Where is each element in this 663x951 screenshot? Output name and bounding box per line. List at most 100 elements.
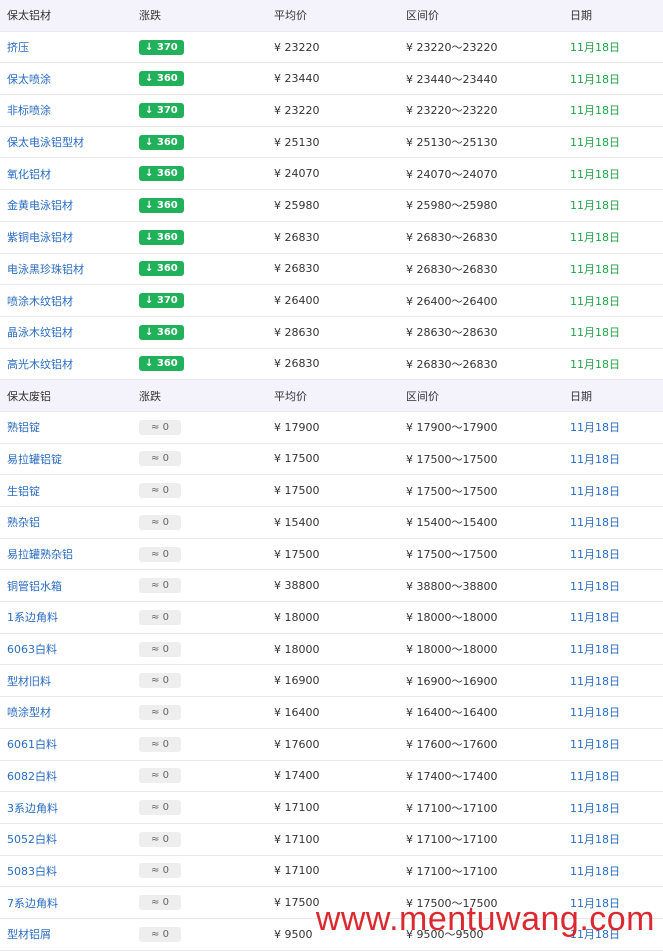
table-row: 晶泳木纹铝材 ↓ 360 ¥ 28630 ¥ 28630～28630 11月18日	[0, 317, 663, 349]
product-name-link[interactable]: 6061白料	[7, 729, 57, 760]
average-price: ¥ 16900	[274, 674, 320, 688]
product-name-link[interactable]: 6063白料	[7, 634, 57, 665]
date-cell: 11月18日	[570, 72, 620, 86]
average-price: ¥ 23220	[274, 103, 320, 117]
date-cell: 11月18日	[570, 674, 620, 688]
table-row: 金黄电泳铝材 ↓ 360 ¥ 25980 ¥ 25980～25980 11月18日	[0, 190, 663, 222]
average-price: ¥ 26830	[274, 262, 320, 276]
price-range: ¥ 15400～15400	[406, 516, 498, 530]
product-name-link[interactable]: 生铝锭	[7, 475, 40, 506]
date-cell: 11月18日	[570, 833, 620, 847]
product-name-link[interactable]: 非标喷涂	[7, 95, 51, 126]
product-name-link[interactable]: 喷涂型材	[7, 697, 51, 728]
change-badge: ↓ 360	[139, 261, 184, 277]
table-row: 型材旧料 ≈ 0 ¥ 16900 ¥ 16900～16900 11月18日	[0, 665, 663, 698]
change-badge: ≈ 0	[139, 673, 181, 689]
table-row: 紫铜电泳铝材 ↓ 360 ¥ 26830 ¥ 26830～26830 11月18日	[0, 222, 663, 254]
price-range: ¥ 17500～17500	[406, 548, 498, 562]
average-price: ¥ 28630	[274, 325, 320, 339]
product-name-link[interactable]: 型材铝屑	[7, 919, 51, 950]
change-badge: ↓ 370	[139, 102, 184, 118]
product-name-link[interactable]: 型材旧料	[7, 665, 51, 696]
table-row: 熟铝锭 ≈ 0 ¥ 17900 ¥ 17900～17900 11月18日	[0, 412, 663, 444]
date-cell: 11月18日	[570, 643, 620, 657]
date-cell: 11月18日	[570, 199, 620, 213]
date-cell: 11月18日	[570, 516, 620, 530]
price-range: ¥ 17100～17100	[406, 833, 498, 847]
date-cell: 11月18日	[570, 801, 620, 815]
change-badge: ↓ 370	[139, 39, 184, 55]
average-price: ¥ 17500	[274, 896, 320, 910]
product-name-link[interactable]: 熟铝锭	[7, 412, 40, 443]
product-name-link[interactable]: 保太电泳铝型材	[7, 127, 84, 158]
product-name-link[interactable]: 挤压	[7, 32, 29, 63]
product-name-link[interactable]: 3系边角料	[7, 792, 58, 823]
price-range: ¥ 17900～17900	[406, 421, 498, 435]
change-cell: ↓ 370	[139, 32, 184, 63]
price-range: ¥ 23220～23220	[406, 104, 498, 118]
change-badge: ≈ 0	[139, 578, 181, 594]
change-badge: ≈ 0	[139, 514, 181, 530]
date-cell: 11月18日	[570, 262, 620, 276]
table-row: 1系边角料 ≈ 0 ¥ 18000 ¥ 18000～18000 11月18日	[0, 602, 663, 634]
average-price: ¥ 17500	[274, 547, 320, 561]
table-row: 生铝锭 ≈ 0 ¥ 17500 ¥ 17500～17500 11月18日	[0, 475, 663, 507]
change-badge: ≈ 0	[139, 831, 181, 847]
table-row: 6082白料 ≈ 0 ¥ 17400 ¥ 17400～17400 11月18日	[0, 761, 663, 793]
change-cell: ≈ 0	[139, 665, 181, 696]
column-header: 区间价	[406, 9, 439, 23]
price-range: ¥ 26830～26830	[406, 357, 498, 371]
average-price: ¥ 24070	[274, 167, 320, 181]
product-name-link[interactable]: 铜管铝水箱	[7, 570, 62, 601]
change-cell: ≈ 0	[139, 729, 181, 760]
change-cell: ≈ 0	[139, 824, 181, 855]
average-price: ¥ 26830	[274, 230, 320, 244]
change-cell: ≈ 0	[139, 634, 181, 665]
table-row: 6063白料 ≈ 0 ¥ 18000 ¥ 18000～18000 11月18日	[0, 634, 663, 666]
change-badge: ≈ 0	[139, 419, 181, 435]
product-name-link[interactable]: 熟杂铝	[7, 507, 40, 538]
change-badge: ≈ 0	[139, 546, 181, 562]
date-cell: 11月18日	[570, 294, 620, 308]
product-name-link[interactable]: 保太喷涂	[7, 63, 51, 94]
date-cell: 11月18日	[570, 136, 620, 150]
price-range: ¥ 18000～18000	[406, 643, 498, 657]
product-name-link[interactable]: 氧化铝材	[7, 158, 51, 189]
average-price: ¥ 9500	[274, 927, 313, 941]
change-cell: ↓ 360	[139, 63, 184, 94]
product-name-link[interactable]: 晶泳木纹铝材	[7, 317, 73, 348]
change-cell: ↓ 360	[139, 317, 184, 348]
change-cell: ≈ 0	[139, 761, 181, 792]
product-name-link[interactable]: 喷涂木纹铝材	[7, 285, 73, 316]
change-badge: ↓ 360	[139, 134, 184, 150]
product-name-link[interactable]: 5083白料	[7, 856, 57, 887]
product-name-link[interactable]: 金黄电泳铝材	[7, 190, 73, 221]
change-cell: ↓ 360	[139, 158, 184, 189]
average-price: ¥ 18000	[274, 610, 320, 624]
date-cell: 11月18日	[570, 738, 620, 752]
table-row: 铜管铝水箱 ≈ 0 ¥ 38800 ¥ 38800～38800 11月18日	[0, 570, 663, 603]
date-cell: 11月18日	[570, 357, 620, 371]
price-table: 保太铝材 涨跌 平均价 区间价 日期 挤压 ↓ 370 ¥ 23220 ¥ 23220～2322…	[0, 0, 663, 951]
average-price: ¥ 26830	[274, 357, 320, 371]
product-name-link[interactable]: 紫铜电泳铝材	[7, 222, 73, 253]
product-name-link[interactable]: 5052白料	[7, 824, 57, 855]
price-range: ¥ 17500～17500	[406, 484, 498, 498]
table-row: 易拉罐铝锭 ≈ 0 ¥ 17500 ¥ 17500～17500 11月18日	[0, 444, 663, 476]
change-badge: ≈ 0	[139, 863, 181, 879]
product-name-link[interactable]: 易拉罐铝锭	[7, 444, 62, 475]
date-cell: 11月18日	[570, 104, 620, 118]
price-range: ¥ 17500～17500	[406, 452, 498, 466]
table-row: 氧化铝材 ↓ 360 ¥ 24070 ¥ 24070～24070 11月18日	[0, 158, 663, 191]
product-name-link[interactable]: 1系边角料	[7, 602, 58, 633]
change-cell: ≈ 0	[139, 475, 181, 506]
date-cell: 11月18日	[570, 579, 620, 593]
price-range: ¥ 17100～17100	[406, 864, 498, 878]
product-name-link[interactable]: 6082白料	[7, 761, 57, 792]
change-cell: ↓ 360	[139, 254, 184, 285]
product-name-link[interactable]: 易拉罐熟杂铝	[7, 539, 73, 570]
product-name-link[interactable]: 高光木纹铝材	[7, 349, 73, 380]
product-name-link[interactable]: 7系边角料	[7, 887, 58, 918]
price-range: ¥ 24070～24070	[406, 167, 498, 181]
product-name-link[interactable]: 电泳黑珍珠铝材	[7, 254, 84, 285]
